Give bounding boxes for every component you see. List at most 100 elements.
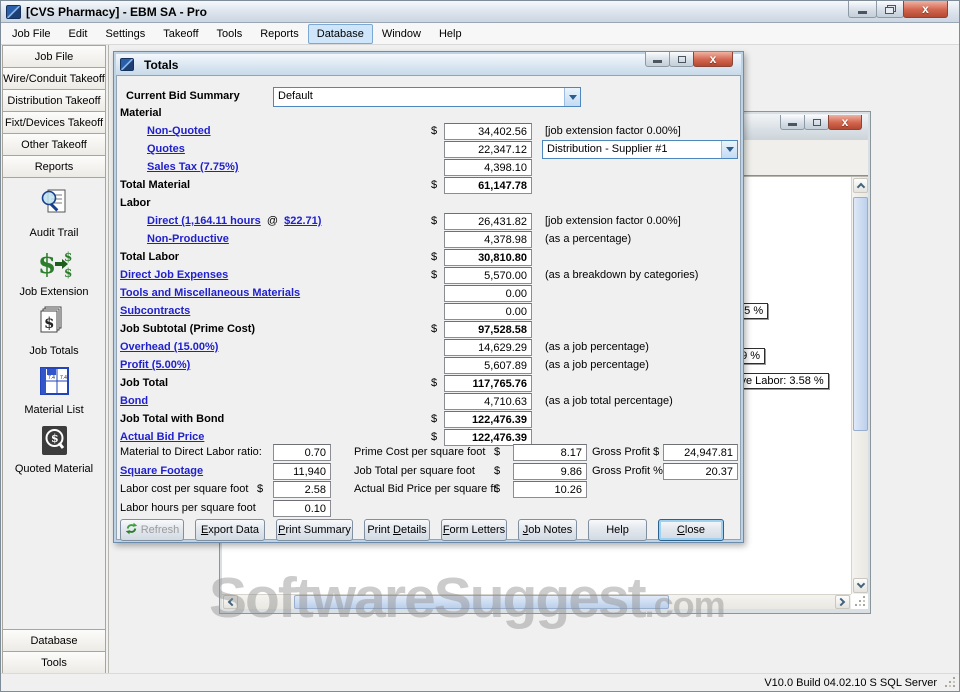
sidebar-button-wire-conduit-takeoff[interactable]: Wire/Conduit Takeoff <box>2 67 106 90</box>
value-field[interactable]: 22,347.12 <box>444 141 532 158</box>
row-label[interactable]: Subcontracts <box>120 305 190 317</box>
statusbar-resize-grip[interactable] <box>943 676 957 689</box>
stat-value-field[interactable]: 8.17 <box>513 444 587 461</box>
menu-item-takeoff[interactable]: Takeoff <box>154 24 207 44</box>
sidebar-button-reports[interactable]: Reports <box>2 155 106 178</box>
row-label[interactable]: Direct Job Expenses <box>120 269 228 281</box>
sidebar-button-distribution-takeoff[interactable]: Distribution Takeoff <box>2 89 106 112</box>
dialog-button-print-summary[interactable]: Print Summary <box>276 519 353 541</box>
row-label[interactable]: Actual Bid Price <box>120 431 204 443</box>
sidebar-button-other-takeoff[interactable]: Other Takeoff <box>2 133 106 156</box>
resize-grip[interactable] <box>853 595 867 608</box>
vertical-scroll-thumb[interactable] <box>853 197 868 431</box>
stat-value-field[interactable]: 9.86 <box>513 463 587 480</box>
dialog-row: Direct (1,164.11 hours @ $22.71)$26,431.… <box>117 213 740 231</box>
sidebar-button-tools[interactable]: Tools <box>2 651 106 674</box>
dialog-minimize-button[interactable] <box>645 52 670 67</box>
menu-item-reports[interactable]: Reports <box>251 24 308 44</box>
stat-value-field[interactable]: 20.37 <box>663 463 738 480</box>
value-field[interactable]: 122,476.39 <box>444 411 532 428</box>
stat-value-field[interactable]: 10.26 <box>513 481 587 498</box>
menu-item-help[interactable]: Help <box>430 24 471 44</box>
sidebar-button-database[interactable]: Database <box>2 629 106 652</box>
sidebar-report-audit-trail[interactable]: Audit Trail <box>3 187 105 239</box>
menu-item-window[interactable]: Window <box>373 24 430 44</box>
value-field[interactable]: 0.00 <box>444 285 532 302</box>
dialog-button-export-data[interactable]: Export Data <box>195 519 265 541</box>
value-field[interactable]: 117,765.76 <box>444 375 532 392</box>
dialog-button-close[interactable]: Close <box>658 519 724 541</box>
value-field[interactable]: 4,378.98 <box>444 231 532 248</box>
stat-value-field[interactable]: 24,947.81 <box>663 444 738 461</box>
value-field[interactable]: 61,147.78 <box>444 177 532 194</box>
button-label: Job Notes <box>523 524 573 536</box>
value-field[interactable]: 5,607.89 <box>444 357 532 374</box>
sidebar-bottom: DatabaseTools <box>2 630 106 674</box>
restore-button[interactable] <box>876 1 904 18</box>
menu-item-settings[interactable]: Settings <box>97 24 155 44</box>
scroll-right-button[interactable] <box>835 595 850 609</box>
row-label[interactable]: Non-Quoted <box>147 125 211 137</box>
value-field[interactable]: 26,431.82 <box>444 213 532 230</box>
dialog-button-help[interactable]: Help <box>588 519 647 541</box>
value-field[interactable]: 14,629.29 <box>444 339 532 356</box>
vertical-scrollbar[interactable] <box>851 177 868 594</box>
bg-close-button[interactable]: x <box>828 115 862 130</box>
dialog-button-print-details[interactable]: Print Details <box>364 519 430 541</box>
horizontal-scrollbar[interactable] <box>222 594 851 609</box>
sidebar-button-fixt-devices-takeoff[interactable]: Fixt/Devices Takeoff <box>2 111 106 134</box>
dialog-row: Tools and Miscellaneous Materials 0.00 <box>117 285 740 303</box>
sidebar-button-job-file[interactable]: Job File <box>2 45 106 68</box>
bg-maximize-button[interactable] <box>804 115 829 130</box>
bg-minimize-button[interactable] <box>780 115 805 130</box>
stat-label-square-footage[interactable]: Square Footage <box>120 465 203 477</box>
row-label[interactable]: Tools and Miscellaneous Materials <box>120 287 300 299</box>
sidebar-report-quoted-material[interactable]: $Quoted Material <box>3 423 105 475</box>
horizontal-scroll-thumb[interactable] <box>294 595 669 609</box>
value-field[interactable]: 4,710.63 <box>444 393 532 410</box>
chevron-down-icon <box>856 580 864 588</box>
sidebar-report-job-totals[interactable]: $Job Totals <box>3 305 105 357</box>
dialog-maximize-button[interactable] <box>669 52 694 67</box>
stat-value-field[interactable]: 0.10 <box>273 500 331 517</box>
row-label[interactable]: Quotes <box>147 143 185 155</box>
row-label[interactable]: Non-Productive <box>147 233 229 245</box>
sidebar-report-material-list[interactable]: 7.47.4Material List <box>3 364 105 416</box>
menu-item-edit[interactable]: Edit <box>60 24 97 44</box>
menu-item-tools[interactable]: Tools <box>208 24 252 44</box>
row-text: @ <box>261 215 284 227</box>
scroll-up-button[interactable] <box>853 178 868 193</box>
menu-item-database[interactable]: Database <box>308 24 373 44</box>
sidebar-report-job-extension[interactable]: $$$Job Extension <box>3 246 105 298</box>
close-button[interactable]: x <box>903 1 948 18</box>
row-label[interactable]: Direct (1,164.11 hours @ $22.71) <box>147 215 321 227</box>
row-label[interactable]: Overhead (15.00%) <box>120 341 218 353</box>
value-field[interactable]: 97,528.58 <box>444 321 532 338</box>
dialog-close-button[interactable]: x <box>693 52 733 67</box>
value-field[interactable]: 0.00 <box>444 303 532 320</box>
material-list-icon: 7.47.4 <box>35 364 73 403</box>
scroll-left-button[interactable] <box>223 595 238 609</box>
minimize-button[interactable] <box>848 1 877 18</box>
row-label[interactable]: Bond <box>120 395 148 407</box>
bid-summary-select[interactable]: Default <box>273 87 581 107</box>
stat-value-field[interactable]: 11,940 <box>273 463 331 480</box>
row-label[interactable]: Sales Tax (7.75%) <box>147 161 239 173</box>
dialog-row: Total Material$61,147.78 <box>117 177 740 195</box>
dialog-row: Job Total with Bond$122,476.39 <box>117 411 740 429</box>
value-field[interactable]: 34,402.56 <box>444 123 532 140</box>
value-field[interactable]: 4,398.10 <box>444 159 532 176</box>
row-label[interactable]: Profit (5.00%) <box>120 359 190 371</box>
dialog-row: Profit (5.00%)5,607.89(as a job percenta… <box>117 357 740 375</box>
stat-value-field[interactable]: 0.70 <box>273 444 331 461</box>
scroll-down-button[interactable] <box>853 578 868 593</box>
row-link[interactable]: $22.71) <box>284 215 321 227</box>
row-link[interactable]: Direct (1,164.11 hours <box>147 215 261 227</box>
menu-item-job-file[interactable]: Job File <box>3 24 60 44</box>
supplier-select[interactable]: Distribution - Supplier #1 <box>542 140 738 159</box>
value-field[interactable]: 5,570.00 <box>444 267 532 284</box>
value-field[interactable]: 30,810.80 <box>444 249 532 266</box>
dialog-button-form-letters[interactable]: Form Letters <box>441 519 507 541</box>
dialog-button-job-notes[interactable]: Job Notes <box>518 519 577 541</box>
stat-value-field[interactable]: 2.58 <box>273 481 331 498</box>
